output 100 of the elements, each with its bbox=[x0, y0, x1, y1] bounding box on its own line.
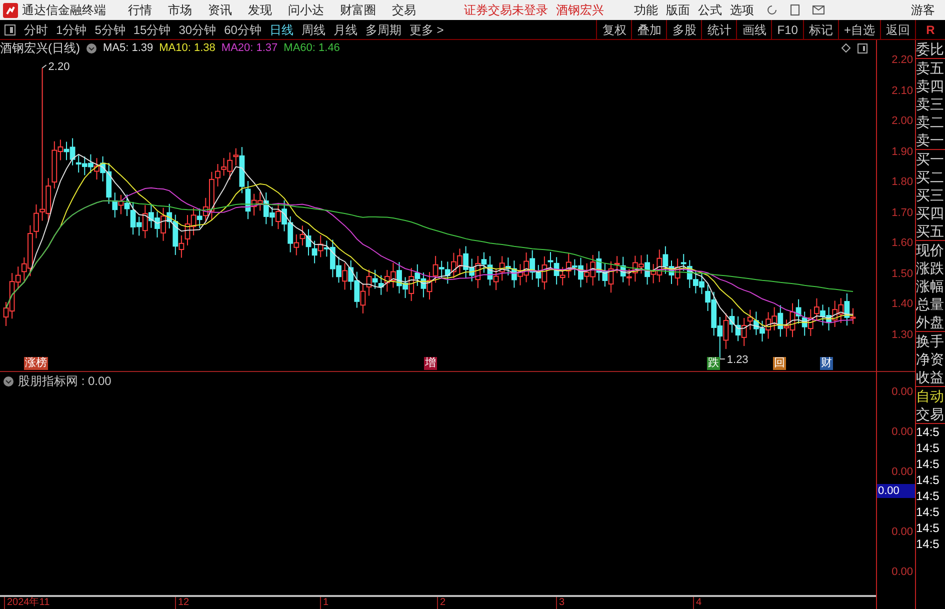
trade-time: 14:5 bbox=[916, 424, 940, 440]
date-label: 4 bbox=[693, 597, 702, 609]
menu-item[interactable]: 版面 bbox=[666, 1, 690, 19]
ma-legend: MA5: 1.39 bbox=[103, 40, 154, 56]
period-tab[interactable]: 60分钟 bbox=[224, 20, 262, 38]
toolbar-button[interactable]: 返回 bbox=[880, 20, 915, 39]
toolbar-button[interactable]: +自选 bbox=[838, 20, 880, 39]
quote-label: 总量 bbox=[916, 295, 945, 313]
mail-icon[interactable] bbox=[812, 5, 825, 15]
cursor-value: 0.00 bbox=[877, 484, 915, 498]
mode-label[interactable]: 自动 bbox=[916, 387, 945, 405]
value-tick: 0.00 bbox=[892, 425, 913, 440]
toolbar-button[interactable]: 画线 bbox=[736, 20, 772, 39]
toolbar-button[interactable]: 叠加 bbox=[631, 20, 666, 39]
menu-item[interactable]: 财富圈 bbox=[340, 1, 376, 19]
price-tick: 1.50 bbox=[892, 266, 913, 282]
value-tick: 0.00 bbox=[892, 565, 913, 580]
price-tick: 2.00 bbox=[892, 114, 913, 129]
quote-label: 现价 bbox=[916, 241, 945, 259]
toolbar-button[interactable]: 多股 bbox=[666, 20, 702, 39]
quote-label: 卖四 bbox=[916, 77, 945, 95]
quote-label: 买五 bbox=[916, 222, 945, 240]
quote-label: 涨跌 bbox=[916, 259, 945, 277]
period-tab[interactable]: 周线 bbox=[301, 20, 326, 38]
menu-item[interactable]: 资讯 bbox=[208, 1, 232, 19]
event-marker[interactable]: 增 bbox=[424, 357, 437, 370]
event-marker[interactable]: 回 bbox=[773, 357, 786, 370]
leader-line bbox=[42, 64, 47, 68]
quote-label: 卖五 bbox=[916, 59, 945, 77]
menu-item[interactable]: 公式 bbox=[698, 1, 722, 19]
menu-item[interactable]: 交易 bbox=[392, 1, 416, 19]
login-notice: 证券交易未登录 bbox=[464, 2, 548, 19]
quote-label: 买二 bbox=[916, 168, 945, 186]
price-tick: 2.10 bbox=[892, 84, 913, 98]
period-tab[interactable]: 月线 bbox=[333, 20, 358, 38]
date-label: 1 bbox=[320, 597, 329, 609]
period-tab[interactable]: 分时 bbox=[24, 20, 48, 38]
trade-time: 14:5 bbox=[916, 504, 940, 520]
quote-label: 外盘 bbox=[916, 313, 945, 331]
quote-label: 买一 bbox=[916, 150, 945, 168]
ma-legend: MA60: 1.46 bbox=[284, 40, 340, 56]
trade-time: 14:5 bbox=[916, 472, 940, 488]
period-tab[interactable]: 5分钟 bbox=[94, 20, 126, 38]
period-tab[interactable]: 日线 bbox=[269, 20, 294, 38]
price-tick: 1.40 bbox=[892, 297, 913, 312]
period-tab[interactable]: 1分钟 bbox=[56, 20, 87, 38]
date-label: 3 bbox=[556, 597, 565, 609]
menu-item[interactable]: 功能 bbox=[634, 1, 658, 19]
quote-label: 换手 bbox=[916, 332, 945, 350]
period-tab[interactable]: 更多 > bbox=[409, 20, 444, 38]
trade-time: 14:5 bbox=[916, 488, 940, 504]
high-price-label: 2.20 bbox=[48, 61, 70, 73]
toolbar-button[interactable]: F10 bbox=[771, 20, 803, 39]
trade-time: 14:5 bbox=[916, 440, 940, 456]
value-tick: 0.00 bbox=[892, 525, 913, 540]
quote-label: 收益 bbox=[916, 368, 945, 386]
event-marker[interactable]: 财 bbox=[820, 357, 833, 370]
price-tick: 1.90 bbox=[892, 144, 913, 160]
event-marker[interactable]: 跌 bbox=[707, 357, 720, 370]
value-tick: 0.00 bbox=[892, 465, 913, 480]
price-tick: 1.80 bbox=[892, 175, 913, 190]
event-marker[interactable]: 涨榜 bbox=[24, 357, 48, 370]
leader-line bbox=[719, 358, 726, 360]
trade-time: 14:5 bbox=[916, 520, 940, 536]
quote-label: 卖三 bbox=[916, 95, 945, 113]
menu-item[interactable]: 市场 bbox=[168, 1, 192, 19]
period-tab[interactable]: 多周期 bbox=[365, 20, 402, 38]
trade-time: 14:5 bbox=[916, 536, 940, 552]
trade-time: 14:5 bbox=[916, 456, 940, 472]
indicator-title: 股朋指标网 : 0.00 bbox=[18, 373, 112, 390]
price-tick: 1.70 bbox=[892, 206, 913, 220]
menu-item[interactable]: 发现 bbox=[248, 1, 272, 19]
quote-label: 委比 bbox=[916, 40, 945, 58]
period-tab[interactable]: 15分钟 bbox=[133, 20, 171, 38]
toolbar-button[interactable]: 标记 bbox=[802, 20, 838, 39]
quote-label: 净资 bbox=[916, 350, 945, 368]
menu-item[interactable]: 行情 bbox=[128, 1, 152, 19]
price-tick: 2.20 bbox=[892, 53, 913, 68]
toolbar-button[interactable]: 复权 bbox=[596, 20, 632, 39]
diamond-icon[interactable] bbox=[841, 43, 851, 53]
chevron-icon[interactable] bbox=[86, 42, 97, 54]
low-price-label: 1.23 bbox=[726, 354, 748, 366]
quote-label: 买三 bbox=[916, 186, 945, 204]
value-tick: 0.00 bbox=[892, 385, 913, 400]
menu-item[interactable]: 选项 bbox=[730, 1, 754, 19]
refresh-icon[interactable] bbox=[766, 4, 778, 16]
menu-item[interactable]: 问小达 bbox=[288, 1, 324, 19]
date-label: 2024年11 bbox=[4, 597, 50, 609]
panel-toggle-icon[interactable] bbox=[4, 24, 16, 36]
user-label[interactable]: 游客 bbox=[911, 1, 935, 19]
trade-label: 交易 bbox=[916, 405, 945, 424]
toolbar-button[interactable]: 统计 bbox=[701, 20, 736, 39]
panel-toggle-icon[interactable] bbox=[857, 42, 868, 54]
quote-label: 涨幅 bbox=[916, 277, 945, 295]
quote-label: 买四 bbox=[916, 204, 945, 222]
quote-label: 卖一 bbox=[916, 131, 945, 149]
chart-title: 酒钢宏兴(日线) bbox=[0, 40, 80, 57]
ma-legend: MA20: 1.37 bbox=[221, 40, 278, 56]
chevron-icon[interactable] bbox=[3, 376, 14, 386]
period-tab[interactable]: 30分钟 bbox=[178, 20, 216, 38]
